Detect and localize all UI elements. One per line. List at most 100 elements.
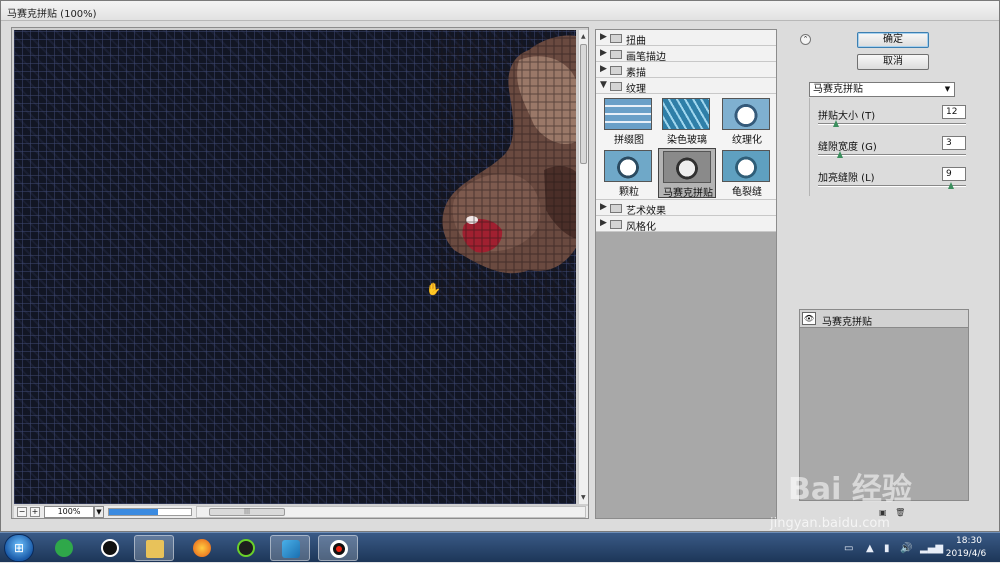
filter-parameter: 拼贴大小 (T) 12	[818, 105, 974, 137]
parameter-label: 缝隙宽度 (G)	[818, 142, 877, 153]
filter-category-label: 素描	[626, 68, 646, 79]
qq-icon	[101, 539, 119, 557]
texture-thumbnail-grid: 拼缀图 染色玻璃 纹理化颗粒 马赛克拼贴 龟裂缝	[596, 94, 776, 200]
parameter-label: 拼贴大小 (T)	[818, 111, 876, 122]
collapsed-triangle-icon[interactable]: ▶	[600, 218, 607, 228]
zoom-dropdown-icon[interactable]: ▼	[94, 506, 104, 518]
progress-bar	[108, 508, 192, 516]
preview-bottom-bar: − + 100% ▼ |||	[14, 506, 588, 518]
filter-category-label: 画笔描边	[626, 52, 666, 63]
collapsed-triangle-icon[interactable]: ▶	[600, 48, 607, 58]
show-hidden-icon[interactable]: ▲	[866, 543, 874, 554]
taskbar-app-360-browser[interactable]	[44, 535, 84, 561]
filter-preview-image	[722, 150, 770, 182]
keyboard-icon[interactable]: ▭	[844, 543, 853, 554]
taskbar-app-photoshop[interactable]	[270, 535, 310, 561]
filter-thumbnail[interactable]: 马赛克拼贴	[658, 148, 716, 199]
parameter-value-input[interactable]: 9	[942, 167, 966, 181]
horizontal-scrollbar[interactable]: |||	[196, 506, 586, 518]
clock-time[interactable]: 18:30	[946, 536, 992, 546]
volume-icon[interactable]: 🔊	[900, 543, 912, 554]
filter-category[interactable]: ▶ 风格化	[596, 216, 776, 233]
folder-icon	[146, 540, 164, 558]
effect-layer-row[interactable]: 👁 马赛克拼贴	[800, 310, 968, 328]
zoom-level-field[interactable]: 100%	[44, 506, 94, 518]
taskbar-app-record[interactable]	[318, 535, 358, 561]
layer-actions: ▣ 🗑	[879, 508, 905, 517]
taskbar-app-qq[interactable]	[90, 535, 130, 561]
filter-thumbnail[interactable]: 颗粒	[600, 148, 658, 198]
filter-preview-image	[604, 98, 652, 130]
folder-icon	[610, 82, 622, 91]
filter-thumbnail[interactable]: 龟裂缝	[718, 148, 776, 198]
taskbar-app-firefox[interactable]	[182, 535, 222, 561]
collapsed-triangle-icon[interactable]: ▶	[600, 64, 607, 74]
filter-category[interactable]: ▶ 画笔描边	[596, 46, 776, 63]
filter-category-label: 扭曲	[626, 36, 646, 47]
360-browser-icon	[55, 539, 73, 557]
filter-gallery-window: 马赛克拼贴 (100%) ✋ ▲ ▼ − + 100% ▼ ||| ▶ 扭曲 ▶…	[0, 0, 1000, 532]
video-player-icon	[237, 539, 255, 557]
ok-button[interactable]: 确定	[857, 32, 929, 48]
action-center-icon[interactable]: ▮	[884, 543, 890, 554]
filter-category[interactable]: ▶ 扭曲	[596, 30, 776, 47]
collapsed-triangle-icon[interactable]: ▶	[600, 32, 607, 42]
folder-icon	[610, 220, 622, 229]
filter-thumbnail[interactable]: 拼缀图	[600, 96, 658, 146]
filter-thumbnail-label: 染色玻璃	[667, 135, 707, 146]
filter-preview-image	[663, 151, 711, 183]
collapsed-triangle-icon[interactable]: ▶	[600, 202, 607, 212]
horizontal-scroll-thumb[interactable]: |||	[209, 508, 285, 516]
slider-knob-icon[interactable]	[832, 120, 839, 127]
effect-layer-name: 马赛克拼贴	[822, 317, 872, 328]
zoom-in-button[interactable]: +	[30, 507, 40, 517]
filter-category[interactable]: ▶ 艺术效果	[596, 200, 776, 217]
filter-parameter: 加亮缝隙 (L) 9	[818, 167, 974, 199]
filter-thumbnail[interactable]: 染色玻璃	[658, 96, 716, 146]
filter-preview-image	[604, 150, 652, 182]
folder-icon	[610, 34, 622, 43]
clock-date[interactable]: 2019/4/6	[936, 549, 996, 559]
vertical-scroll-thumb[interactable]	[580, 44, 587, 164]
preview-canvas[interactable]: ✋	[14, 30, 576, 504]
system-tray: ▭ ▲ ▮ 🔊 ▂▄▆ 18:30 2019/4/6	[836, 533, 1000, 563]
cancel-button[interactable]: 取消	[857, 54, 929, 70]
eye-icon[interactable]: 👁	[802, 312, 816, 325]
filter-preview-image	[662, 98, 710, 130]
expanded-triangle-icon[interactable]: ▼	[600, 80, 607, 90]
slider-knob-icon[interactable]	[948, 182, 955, 189]
new-layer-icon[interactable]: ▣	[879, 508, 887, 517]
parameter-slider[interactable]	[818, 185, 966, 187]
filter-select[interactable]: 马赛克拼贴 ▼	[809, 82, 955, 97]
filter-category-label: 风格化	[626, 222, 656, 233]
firefox-icon	[193, 539, 211, 557]
slider-knob-icon[interactable]	[837, 151, 844, 158]
taskbar-app-file-explorer[interactable]	[134, 535, 174, 561]
taskbar-app-video-player[interactable]	[226, 535, 266, 561]
filter-category[interactable]: ▶ 素描	[596, 62, 776, 79]
window-title: 马赛克拼贴 (100%)	[7, 9, 97, 20]
folder-icon	[610, 204, 622, 213]
filter-thumbnail-label: 拼缀图	[614, 135, 644, 146]
vertical-scrollbar[interactable]: ▲ ▼	[578, 30, 588, 504]
scroll-up-icon[interactable]: ▲	[581, 33, 586, 40]
parameter-slider[interactable]	[818, 123, 966, 125]
collapse-gallery-button[interactable]: ⌃	[800, 34, 811, 45]
parameter-value-input[interactable]: 12	[942, 105, 966, 119]
filter-thumbnail[interactable]: 纹理化	[718, 96, 776, 146]
zoom-out-button[interactable]: −	[17, 507, 27, 517]
parameter-value-input[interactable]: 3	[942, 136, 966, 150]
folder-icon	[610, 50, 622, 59]
folder-icon	[610, 66, 622, 75]
filter-thumbnail-label: 颗粒	[619, 187, 639, 198]
filter-thumbnail-label: 纹理化	[732, 135, 762, 146]
filter-category[interactable]: ▼ 纹理	[596, 78, 776, 95]
effect-layer-panel: 👁 马赛克拼贴	[799, 309, 969, 501]
start-button[interactable]: ⊞	[4, 534, 34, 562]
record-icon	[330, 540, 348, 558]
delete-layer-icon[interactable]: 🗑	[895, 508, 905, 517]
filter-preview-image	[722, 98, 770, 130]
filter-parameter: 缝隙宽度 (G) 3	[818, 136, 974, 168]
windows-logo-icon: ⊞	[14, 541, 25, 555]
scroll-down-icon[interactable]: ▼	[581, 494, 586, 501]
